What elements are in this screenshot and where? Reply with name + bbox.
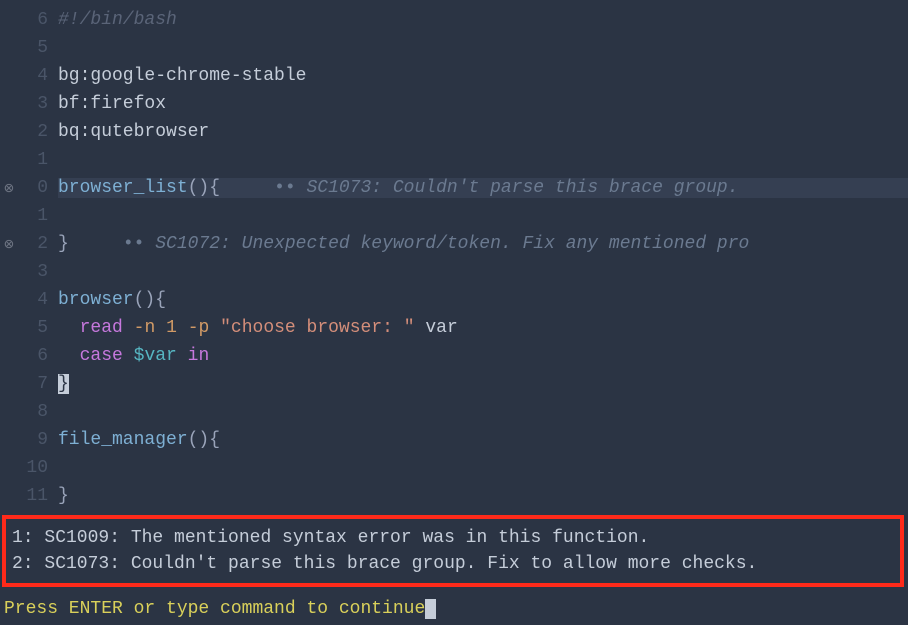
command-prompt[interactable]: Press ENTER or type command to continue — [4, 599, 436, 619]
code-token: $var — [134, 346, 177, 366]
code-token — [220, 178, 274, 198]
error-message: 1: SC1009: The mentioned syntax error wa… — [6, 525, 900, 551]
code-line[interactable]: 6#!/bin/bash — [0, 6, 908, 34]
line-number: 0 — [18, 178, 58, 198]
code-token — [123, 346, 134, 366]
lint-indicator-icon: •• — [123, 234, 155, 254]
line-number: 2 — [18, 122, 58, 142]
code-token: -n — [134, 318, 156, 338]
code-token: { — [209, 430, 220, 450]
line-number: 6 — [18, 346, 58, 366]
code-line[interactable]: 7} — [0, 370, 908, 398]
code-token: { — [209, 178, 220, 198]
line-number: 2 — [18, 234, 58, 254]
line-number: 8 — [18, 402, 58, 422]
line-number: 4 — [18, 290, 58, 310]
code-content[interactable]: } •• SC1072: Unexpected keyword/token. F… — [58, 234, 908, 254]
code-content[interactable]: browser_list(){ •• SC1073: Couldn't pars… — [58, 178, 908, 198]
code-token: file_manager — [58, 430, 188, 450]
code-line[interactable]: ⊗0browser_list(){ •• SC1073: Couldn't pa… — [0, 174, 908, 202]
code-content[interactable]: } — [58, 374, 908, 394]
code-line[interactable]: 2bq:qutebrowser — [0, 118, 908, 146]
code-token: () — [188, 430, 210, 450]
code-token: "choose browser: " — [220, 318, 414, 338]
code-line[interactable]: ⊗2} •• SC1072: Unexpected keyword/token.… — [0, 230, 908, 258]
code-content[interactable]: file_manager(){ — [58, 430, 908, 450]
code-token: in — [188, 346, 210, 366]
line-number: 1 — [18, 150, 58, 170]
code-token: () — [188, 178, 210, 198]
code-content[interactable]: read -n 1 -p "choose browser: " var — [58, 318, 908, 338]
code-token: } — [58, 486, 69, 506]
cursor: } — [58, 374, 69, 394]
code-token: browser — [58, 290, 134, 310]
code-line[interactable]: 9file_manager(){ — [0, 426, 908, 454]
code-token: var — [415, 318, 458, 338]
gutter-error-icon: ⊗ — [0, 234, 18, 254]
code-token — [58, 346, 80, 366]
code-token — [69, 234, 123, 254]
code-line[interactable]: 8 — [0, 398, 908, 426]
code-token — [177, 346, 188, 366]
gutter-error-icon: ⊗ — [0, 178, 18, 198]
lint-indicator-icon: •• — [274, 178, 306, 198]
code-line[interactable]: 1 — [0, 202, 908, 230]
code-token: bq:qutebrowser — [58, 122, 209, 142]
code-line[interactable]: 3 — [0, 258, 908, 286]
prompt-cursor — [425, 599, 436, 619]
code-editor[interactable]: 6#!/bin/bash54bg:google-chrome-stable3bf… — [0, 0, 908, 510]
code-token — [177, 318, 188, 338]
code-content[interactable]: bf:firefox — [58, 94, 908, 114]
line-number: 3 — [18, 94, 58, 114]
line-number: 5 — [18, 318, 58, 338]
line-number: 3 — [18, 262, 58, 282]
code-content[interactable]: bg:google-chrome-stable — [58, 66, 908, 86]
line-number: 9 — [18, 430, 58, 450]
line-number: 1 — [18, 206, 58, 226]
code-content[interactable]: case $var in — [58, 346, 908, 366]
code-line[interactable]: 10 — [0, 454, 908, 482]
code-line[interactable]: 11} — [0, 482, 908, 510]
code-token — [155, 318, 166, 338]
code-content[interactable]: bq:qutebrowser — [58, 122, 908, 142]
code-token: browser_list — [58, 178, 188, 198]
code-content[interactable]: #!/bin/bash — [58, 10, 908, 30]
code-line[interactable]: 4browser(){ — [0, 286, 908, 314]
inline-lint-message: SC1072: Unexpected keyword/token. Fix an… — [155, 234, 749, 254]
code-token: case — [80, 346, 123, 366]
line-number: 11 — [18, 486, 58, 506]
error-panel: 1: SC1009: The mentioned syntax error wa… — [2, 515, 904, 587]
prompt-text: Press ENTER or type command to continue — [4, 599, 425, 619]
line-number: 10 — [18, 458, 58, 478]
code-line[interactable]: 4bg:google-chrome-stable — [0, 62, 908, 90]
code-token: () — [134, 290, 156, 310]
code-token — [209, 318, 220, 338]
code-token: } — [58, 234, 69, 254]
code-token — [123, 318, 134, 338]
line-number: 7 — [18, 374, 58, 394]
code-token: #!/bin/bash — [58, 10, 177, 30]
code-line[interactable]: 1 — [0, 146, 908, 174]
inline-lint-message: SC1073: Couldn't parse this brace group. — [306, 178, 738, 198]
code-token: bg:google-chrome-stable — [58, 66, 306, 86]
code-content[interactable]: } — [58, 486, 908, 506]
line-number: 6 — [18, 10, 58, 30]
code-token — [58, 318, 80, 338]
error-message: 2: SC1073: Couldn't parse this brace gro… — [6, 551, 900, 577]
code-token: 1 — [166, 318, 177, 338]
code-token: read — [80, 318, 123, 338]
code-token: bf:firefox — [58, 94, 166, 114]
line-number: 5 — [18, 38, 58, 58]
code-content[interactable]: browser(){ — [58, 290, 908, 310]
code-line[interactable]: 5 read -n 1 -p "choose browser: " var — [0, 314, 908, 342]
code-line[interactable]: 3bf:firefox — [0, 90, 908, 118]
code-line[interactable]: 6 case $var in — [0, 342, 908, 370]
line-number: 4 — [18, 66, 58, 86]
code-line[interactable]: 5 — [0, 34, 908, 62]
code-token: { — [155, 290, 166, 310]
code-token: -p — [188, 318, 210, 338]
